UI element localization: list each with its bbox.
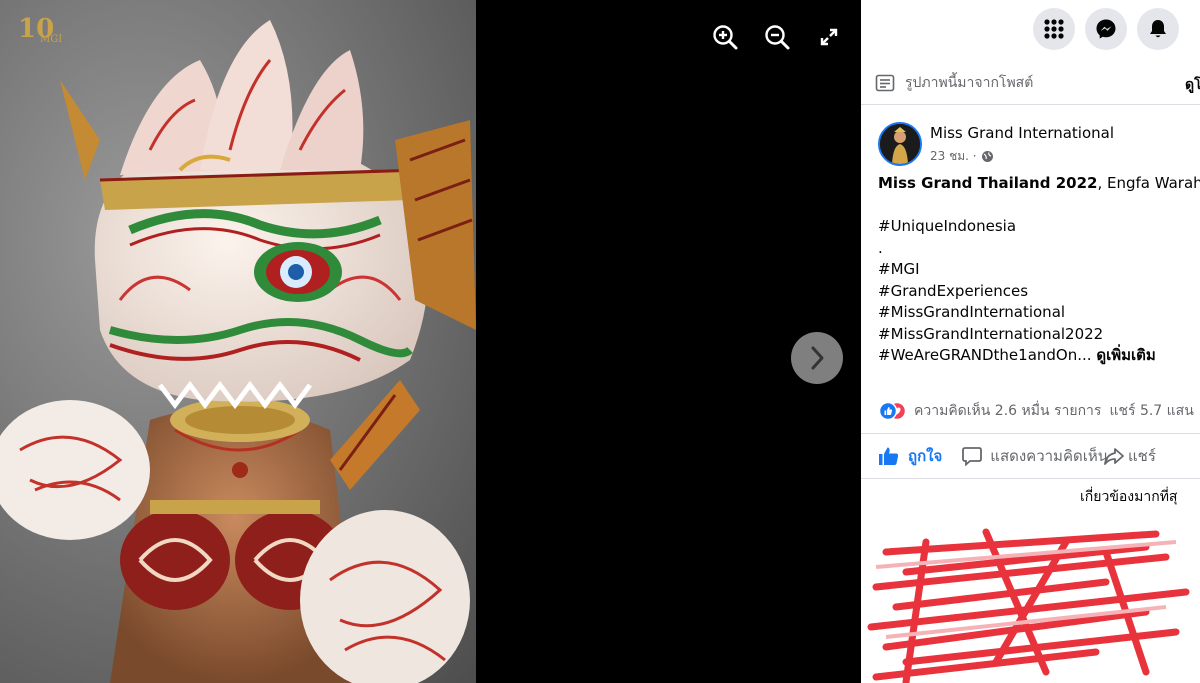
share-button[interactable]: แชร์ bbox=[1104, 444, 1156, 468]
hashtag-link[interactable]: #MissGrandInternational2022 bbox=[878, 325, 1103, 343]
mgi-logo: 10 MGI bbox=[18, 14, 63, 45]
source-post-bar: รูปภาพนี้มาจากโพสต์ ดูโ bbox=[875, 72, 1200, 94]
post-time[interactable]: 23 ชม. · bbox=[930, 147, 977, 166]
separator-dot: . bbox=[878, 238, 883, 257]
page-name[interactable]: Miss Grand International bbox=[930, 124, 1114, 142]
avatar[interactable] bbox=[878, 122, 922, 166]
costume-illustration bbox=[0, 20, 476, 683]
comment-sort-dropdown[interactable]: เกี่ยวข้องมากที่สุ bbox=[1080, 486, 1177, 508]
post-panel: รูปภาพนี้มาจากโพสต์ ดูโ Miss Grand Inter… bbox=[861, 0, 1200, 683]
reactions-icon[interactable] bbox=[878, 401, 908, 421]
post-title-rest: , Engfa Waraha bbox=[1097, 174, 1200, 192]
see-more-link[interactable]: ดูเพิ่มเติม bbox=[1096, 346, 1155, 364]
like-label: ถูกใจ bbox=[908, 447, 943, 465]
grid-menu-icon bbox=[1044, 19, 1064, 39]
source-label: รูปภาพนี้มาจากโพสต์ bbox=[905, 75, 1034, 91]
divider bbox=[861, 433, 1200, 434]
view-post-link[interactable]: ดูโ bbox=[1185, 74, 1200, 96]
divider bbox=[861, 104, 1200, 105]
messenger-button[interactable] bbox=[1085, 8, 1127, 50]
share-icon bbox=[1104, 448, 1124, 465]
hashtag-link[interactable]: #WeAreGRANDthe1andOn... bbox=[878, 346, 1092, 364]
chevron-right-icon bbox=[811, 346, 824, 370]
globe-icon bbox=[981, 151, 993, 162]
hashtag-link[interactable]: #MGI bbox=[878, 260, 920, 278]
messenger-icon bbox=[1096, 19, 1116, 39]
hashtag-link[interactable]: #UniqueIndonesia bbox=[878, 217, 1016, 235]
thumbs-up-icon bbox=[879, 447, 899, 465]
post-icon bbox=[875, 74, 895, 92]
redaction-scribble bbox=[861, 527, 1200, 683]
comment-label: แสดงความคิดเห็น bbox=[990, 447, 1108, 465]
notifications-button[interactable] bbox=[1137, 8, 1179, 50]
post-title-line: Miss Grand Thailand 2022, Engfa Waraha bbox=[878, 173, 1200, 195]
zoom-in-button[interactable] bbox=[710, 22, 740, 52]
menu-button[interactable] bbox=[1033, 8, 1075, 50]
photo-viewer: 10 MGI bbox=[0, 0, 861, 683]
bell-icon bbox=[1150, 20, 1166, 38]
like-button[interactable]: ถูกใจ bbox=[878, 444, 942, 468]
hashtag-link[interactable]: #MissGrandInternational bbox=[878, 303, 1065, 321]
comment-button[interactable]: แสดงความคิดเห็น bbox=[962, 444, 1108, 468]
avatar-image bbox=[880, 124, 920, 164]
fullscreen-button[interactable] bbox=[814, 22, 844, 52]
hashtag-link[interactable]: #GrandExperiences bbox=[878, 282, 1028, 300]
zoom-in-icon bbox=[713, 25, 738, 50]
comment-count[interactable]: ความคิดเห็น 2.6 หมื่น รายการ bbox=[914, 400, 1101, 422]
post-title: Miss Grand Thailand 2022 bbox=[878, 174, 1098, 192]
post-text: Miss Grand Thailand 2022, Engfa Waraha #… bbox=[878, 173, 1200, 367]
share-count[interactable]: แชร์ 5.7 แสน bbox=[1109, 400, 1193, 422]
zoom-out-button[interactable] bbox=[762, 22, 792, 52]
post-meta: 23 ชม. · bbox=[930, 147, 994, 166]
share-label: แชร์ bbox=[1127, 447, 1156, 465]
comment-icon bbox=[962, 447, 983, 466]
divider bbox=[861, 478, 1200, 479]
zoom-out-icon bbox=[765, 25, 790, 50]
action-bar: ถูกใจ แสดงความคิดเห็น แชร์ bbox=[878, 442, 1156, 470]
next-photo-button[interactable] bbox=[791, 332, 843, 384]
fullscreen-icon bbox=[820, 28, 838, 46]
post-photo[interactable]: 10 MGI bbox=[0, 0, 476, 683]
reactions-bar: ความคิดเห็น 2.6 หมื่น รายการ แชร์ 5.7 แส… bbox=[878, 400, 1194, 422]
